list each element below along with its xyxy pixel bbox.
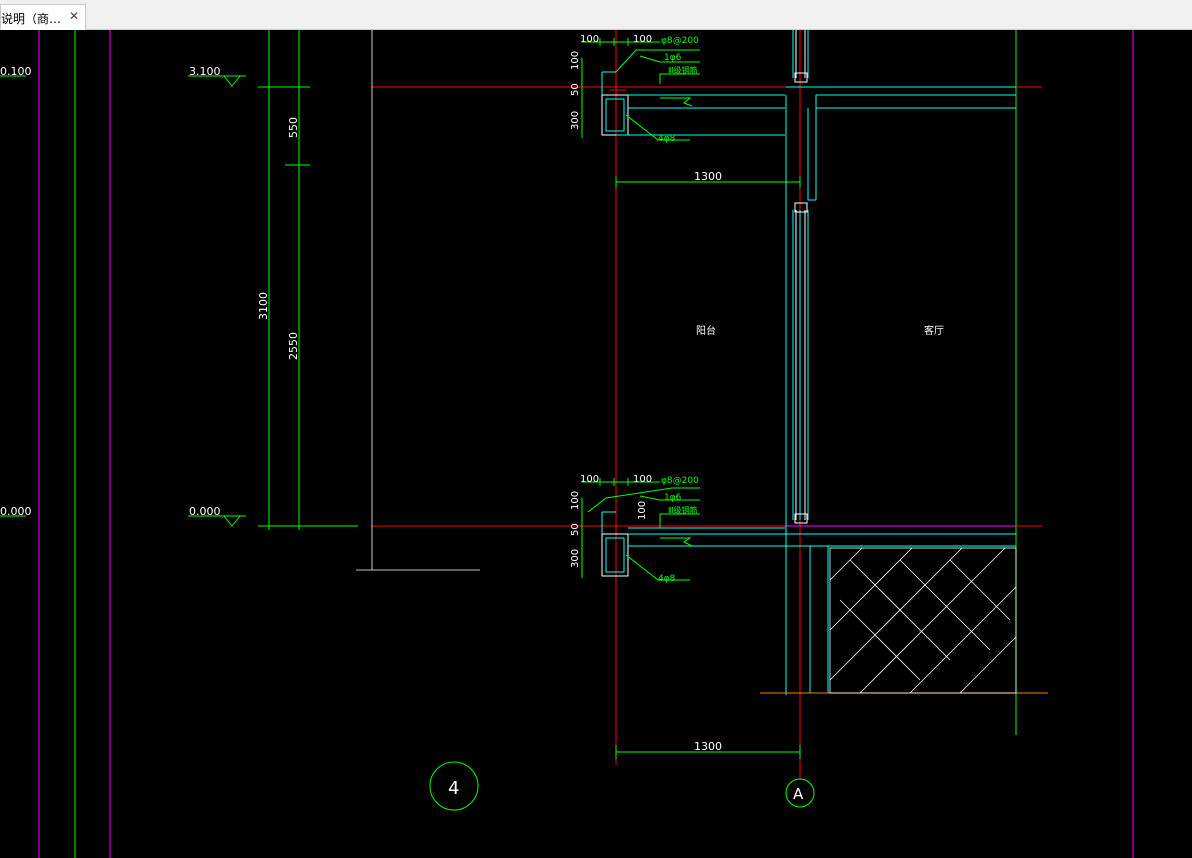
- axis-4-label: 4: [448, 778, 459, 799]
- dim-100-f: 100: [570, 491, 581, 510]
- dim-1300-top-text: 1300: [694, 170, 722, 183]
- dim-100-e: 100: [633, 474, 652, 485]
- dim-1300-bottom-text: 1300: [694, 740, 722, 753]
- dim-3100-text: 3100: [257, 292, 270, 320]
- rebar-d-bottom: 4φ8: [658, 574, 676, 584]
- document-tab-bar: 说明（商… ✕: [0, 0, 1192, 30]
- room-label-balcony: 阳台: [696, 324, 716, 337]
- dim-300-a: 300: [570, 111, 581, 130]
- document-tab-title[interactable]: 说明（商…: [1, 10, 61, 27]
- rebar-c-bottom: Ⅲ级钢筋: [668, 505, 698, 515]
- dim-550-text: 550: [287, 117, 300, 138]
- canvas-background: [0, 30, 1192, 858]
- dim-300-b: 300: [570, 549, 581, 568]
- dim-50-b: 50: [570, 523, 581, 536]
- rebar-b-top: 1φ6: [664, 53, 682, 63]
- dim-50-a: 50: [570, 83, 581, 96]
- rebar-a-bottom: φ8@200: [661, 476, 699, 486]
- dim-2550-text: 2550: [287, 332, 300, 360]
- dim-100-c: 100: [570, 51, 581, 70]
- document-tab[interactable]: 说明（商… ✕: [0, 4, 86, 30]
- rebar-a-top: φ8@200: [661, 36, 699, 46]
- cad-drawing-canvas[interactable]: 3.100 0.000 0.100 0.000 550 2550 3100 13…: [0, 30, 1192, 858]
- close-icon[interactable]: ✕: [69, 9, 79, 23]
- rebar-c-top: Ⅲ级钢筋: [668, 65, 698, 75]
- dim-100-b: 100: [633, 34, 652, 45]
- rebar-b-bottom: 1φ6: [664, 493, 682, 503]
- rebar-d-top: 4φ8: [658, 134, 676, 144]
- axis-a-label: A: [793, 785, 804, 803]
- dim-100-a: 100: [580, 34, 599, 45]
- room-label-living: 客厅: [924, 324, 944, 337]
- dim-100-d: 100: [580, 474, 599, 485]
- dim-100-g: 100: [637, 501, 648, 520]
